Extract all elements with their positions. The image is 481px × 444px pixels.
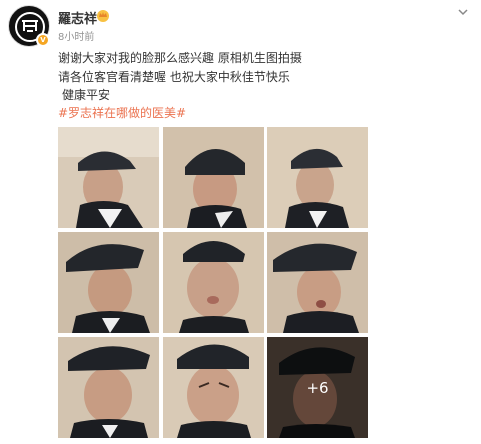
post-text-line-1: 谢谢大家对我的脸那么感兴趣 原相机生图拍摄 — [58, 51, 302, 65]
photo-4[interactable] — [58, 232, 159, 333]
photo-8[interactable] — [163, 337, 264, 438]
hashtag-link[interactable]: #罗志祥在哪做的医美# — [58, 104, 186, 121]
photo-6[interactable] — [267, 232, 368, 333]
photo-grid: +6 — [58, 127, 368, 439]
selfie-image — [58, 127, 159, 228]
selfie-image — [267, 127, 368, 228]
verified-badge-icon: V — [36, 33, 50, 47]
photo-5[interactable] — [163, 232, 264, 333]
avatar-logo-icon — [22, 20, 38, 32]
weibo-post: V 羅志祥 8小时前 谢谢大家对我的脸那么感兴趣 原相机生图拍摄 请各位客官看清… — [0, 0, 481, 444]
post-text-line-2: 请各位客官看清楚喔 也祝大家中秋佳节快乐 — [58, 70, 290, 84]
crown-icon — [97, 10, 109, 22]
photo-9-more[interactable]: +6 — [267, 337, 368, 438]
selfie-image — [163, 232, 264, 333]
post-text-line-3: 健康平安 — [62, 88, 111, 102]
selfie-image — [58, 232, 159, 333]
selfie-image — [163, 127, 264, 228]
selfie-image — [267, 232, 368, 333]
selfie-image — [163, 337, 264, 438]
photo-2[interactable] — [163, 127, 264, 228]
author-name[interactable]: 羅志祥 — [58, 8, 97, 27]
more-chevron-icon[interactable] — [455, 4, 471, 20]
photo-3[interactable] — [267, 127, 368, 228]
post-timestamp[interactable]: 8小时前 — [58, 28, 94, 43]
more-photos-count[interactable]: +6 — [267, 337, 368, 438]
selfie-image — [58, 337, 159, 438]
photo-7[interactable] — [58, 337, 159, 438]
photo-1[interactable] — [58, 127, 159, 228]
